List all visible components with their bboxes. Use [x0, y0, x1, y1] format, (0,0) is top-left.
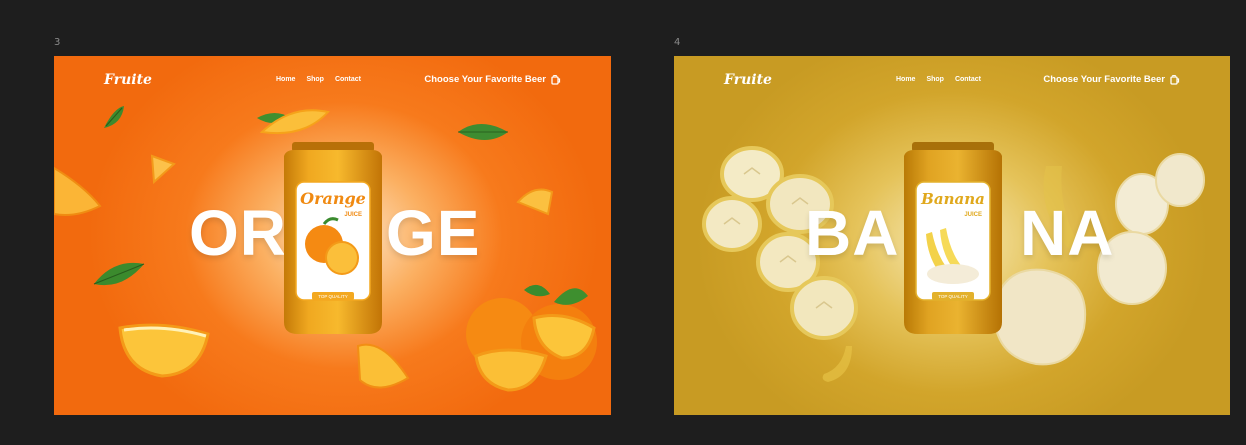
mug-icon[interactable] — [551, 74, 561, 85]
tagline: Choose Your Favorite Beer — [424, 74, 561, 85]
nav-home[interactable]: Home — [896, 76, 915, 83]
logo[interactable]: Fruite — [104, 72, 152, 88]
nav-contact[interactable]: Contact — [335, 76, 361, 83]
hero-word-right: GE — [386, 197, 481, 269]
tagline-text: Choose Your Favorite Beer — [424, 74, 546, 85]
main-nav: Home Shop Contact — [896, 76, 981, 83]
can-badge: TOP QUALITY — [318, 294, 348, 299]
orange-frame[interactable]: Fruite Home Shop Contact Choose Your Fav… — [54, 56, 611, 415]
hero-word-left: BA — [805, 197, 900, 269]
nav-home[interactable]: Home — [276, 76, 295, 83]
juice-can[interactable]: Banana JUICE TOP QUALITY — [898, 142, 1008, 338]
logo[interactable]: Fruite — [724, 72, 772, 88]
can-badge: TOP QUALITY — [938, 294, 968, 299]
tagline-text: Choose Your Favorite Beer — [1043, 74, 1165, 85]
can-sub: JUICE — [344, 212, 362, 218]
frame-number: 4 — [674, 37, 681, 48]
main-nav: Home Shop Contact — [276, 76, 361, 83]
frame-number: 3 — [54, 37, 61, 48]
juice-can[interactable]: Orange JUICE TOP QUALITY — [278, 142, 388, 338]
hero-word-left: OR — [189, 197, 287, 269]
nav-shop[interactable]: Shop — [926, 76, 944, 83]
hero-word-right: NA — [1020, 197, 1115, 269]
mug-icon[interactable] — [1170, 74, 1180, 85]
can-sub: JUICE — [964, 212, 982, 218]
banana-frame[interactable]: Fruite Home Shop Contact Choose Your Fav… — [674, 56, 1230, 415]
can-brand: Orange — [300, 189, 366, 208]
can-brand: Banana — [920, 190, 985, 208]
tagline: Choose Your Favorite Beer — [1043, 74, 1180, 85]
nav-contact[interactable]: Contact — [955, 76, 981, 83]
nav-shop[interactable]: Shop — [306, 76, 324, 83]
